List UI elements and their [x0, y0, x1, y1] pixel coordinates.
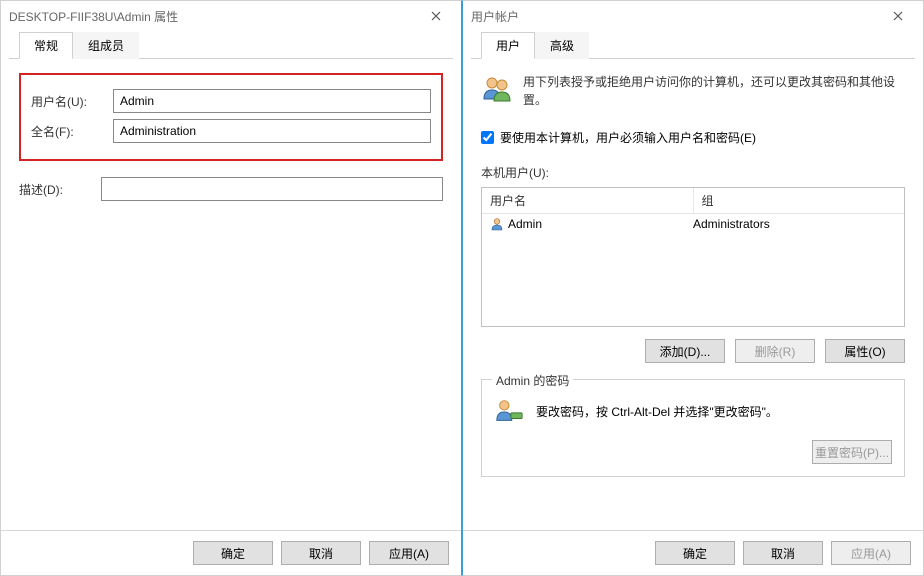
window-title: DESKTOP-FIIF38U\Admin 属性: [9, 8, 419, 25]
username-row: 用户名(U):: [31, 89, 431, 113]
tab-users[interactable]: 用户: [481, 32, 535, 59]
fullname-label: 全名(F):: [31, 123, 113, 140]
tab-advanced[interactable]: 高级: [535, 32, 589, 59]
username-input[interactable]: [113, 89, 431, 113]
key-user-icon: [494, 396, 524, 426]
column-group[interactable]: 组: [694, 188, 905, 213]
dialog-body: 用户名(U): 全名(F): 描述(D):: [1, 59, 461, 530]
fullname-row: 全名(F):: [31, 119, 431, 143]
dialog-footer: 确定 取消 应用(A): [463, 530, 923, 575]
user-accounts-dialog: 用户帐户 用户 高级 用下列表授予或拒绝用户访问你的计算机，还可以更改其密码和其…: [462, 0, 924, 576]
close-button[interactable]: [881, 5, 915, 27]
tab-members[interactable]: 组成员: [73, 32, 139, 59]
require-password-checkbox[interactable]: [481, 131, 494, 144]
cancel-button[interactable]: 取消: [281, 541, 361, 565]
password-instruction: 要改密码，按 Ctrl-Alt-Del 并选择"更改密码"。: [536, 403, 778, 420]
require-password-label: 要使用本计算机，用户必须输入用户名和密码(E): [500, 129, 756, 146]
close-icon: [431, 11, 441, 21]
cancel-button[interactable]: 取消: [743, 541, 823, 565]
dialog-footer: 确定 取消 应用(A): [1, 530, 461, 575]
users-listview[interactable]: 用户名 组 Admin Administrators: [481, 187, 905, 327]
column-username[interactable]: 用户名: [482, 188, 694, 213]
list-user-group: Administrators: [693, 217, 770, 231]
dialog-body: 用下列表授予或拒绝用户访问你的计算机，还可以更改其密码和其他设置。 要使用本计算…: [463, 59, 923, 530]
tabstrip: 常规 组成员: [9, 31, 453, 59]
ok-button[interactable]: 确定: [193, 541, 273, 565]
fullname-input[interactable]: [113, 119, 431, 143]
close-button[interactable]: [419, 5, 453, 27]
person-icon: [490, 217, 504, 231]
list-user-name: Admin: [508, 217, 542, 231]
description-label: 描述(D):: [19, 181, 101, 198]
username-label: 用户名(U):: [31, 93, 113, 110]
users-icon: [481, 73, 513, 105]
description-input[interactable]: [101, 177, 443, 201]
description-row: 用下列表授予或拒绝用户访问你的计算机，还可以更改其密码和其他设置。: [481, 73, 905, 109]
apply-button[interactable]: 应用(A): [369, 541, 449, 565]
list-body: Admin Administrators: [482, 214, 904, 326]
password-groupbox: Admin 的密码 要改密码，按 Ctrl-Alt-Del 并选择"更改密码"。…: [481, 379, 905, 477]
description-text: 用下列表授予或拒绝用户访问你的计算机，还可以更改其密码和其他设置。: [523, 73, 905, 109]
close-icon: [893, 11, 903, 21]
window-title: 用户帐户: [471, 8, 881, 25]
titlebar: 用户帐户: [463, 1, 923, 31]
apply-button: 应用(A): [831, 541, 911, 565]
list-buttons-row: 添加(D)... 删除(R) 属性(O): [481, 339, 905, 363]
require-password-row: 要使用本计算机，用户必须输入用户名和密码(E): [481, 129, 905, 146]
ok-button[interactable]: 确定: [655, 541, 735, 565]
groupbox-legend: Admin 的密码: [492, 372, 573, 389]
tabstrip: 用户 高级: [471, 31, 915, 59]
description-row: 描述(D):: [19, 177, 443, 201]
reset-password-button: 重置密码(P)...: [812, 440, 892, 464]
list-item[interactable]: Admin Administrators: [482, 214, 904, 234]
tab-general[interactable]: 常规: [19, 32, 73, 59]
delete-user-button: 删除(R): [735, 339, 815, 363]
list-header: 用户名 组: [482, 188, 904, 214]
add-user-button[interactable]: 添加(D)...: [645, 339, 725, 363]
admin-properties-dialog: DESKTOP-FIIF38U\Admin 属性 常规 组成员 用户名(U): …: [0, 0, 462, 576]
local-users-label: 本机用户(U):: [481, 164, 905, 181]
highlighted-section: 用户名(U): 全名(F):: [19, 73, 443, 161]
titlebar: DESKTOP-FIIF38U\Admin 属性: [1, 1, 461, 31]
user-properties-button[interactable]: 属性(O): [825, 339, 905, 363]
